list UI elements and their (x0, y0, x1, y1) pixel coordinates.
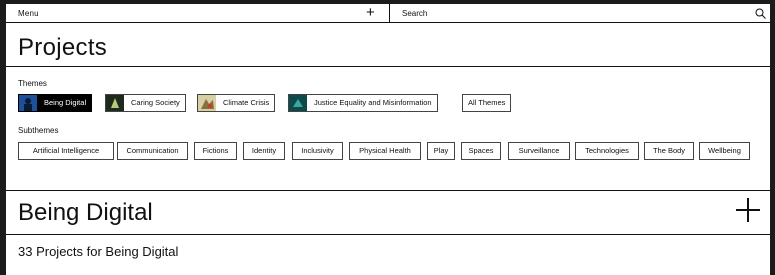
menu-label: Menu (18, 9, 39, 18)
search-label: Search (402, 9, 428, 18)
subtheme-chip-artificial-intelligence[interactable]: Artificial Intelligence (18, 142, 114, 160)
subtheme-chip-communication[interactable]: Communication (117, 142, 188, 160)
subtheme-chip-wellbeing[interactable]: Wellbeing (699, 142, 750, 160)
subtheme-chip-spaces[interactable]: Spaces (461, 142, 501, 160)
subtheme-chip-identity[interactable]: Identity (243, 142, 285, 160)
subthemes-label: Subthemes (18, 126, 59, 135)
page-title: Projects (18, 34, 108, 61)
plus-icon[interactable]: + (366, 5, 375, 20)
project-count: 33 Projects for Being Digital (18, 244, 179, 259)
theme-chip-justice-equality[interactable]: Justice Equality and Misinformation (288, 94, 438, 112)
top-bar: Menu + Search (6, 4, 770, 23)
theme-chip-climate-crisis[interactable]: Climate Crisis (197, 94, 276, 112)
search-field[interactable]: Search (390, 4, 770, 23)
theme-chip-label: All Themes (468, 98, 506, 107)
divider (6, 234, 770, 235)
climate-crisis-thumbnail (198, 95, 216, 111)
theme-chip-label: Climate Crisis (223, 98, 270, 107)
divider (6, 66, 770, 67)
subtheme-chip-technologies[interactable]: Technologies (575, 142, 639, 160)
section-title: Being Digital (18, 199, 153, 226)
theme-chip-label: Being Digital (44, 98, 87, 107)
theme-chip-label: Caring Society (131, 98, 180, 107)
being-digital-thumbnail (19, 95, 37, 111)
subtheme-chip-inclusivity[interactable]: Inclusivity (292, 142, 343, 160)
caring-society-thumbnail (106, 95, 124, 111)
divider (6, 190, 770, 191)
theme-chip-being-digital[interactable]: Being Digital (18, 94, 93, 112)
theme-chip-label: Justice Equality and Misinformation (314, 98, 432, 107)
search-icon[interactable] (755, 8, 766, 19)
themes-label: Themes (18, 79, 47, 88)
subtheme-chip-surveillance[interactable]: Surveillance (508, 142, 570, 160)
subtheme-chip-the-body[interactable]: The Body (644, 142, 694, 160)
menu-button[interactable]: Menu + (6, 4, 390, 23)
subtheme-chip-physical-health[interactable]: Physical Health (349, 142, 421, 160)
theme-chip-caring-society[interactable]: Caring Society (105, 94, 186, 112)
justice-equality-thumbnail (289, 95, 307, 111)
expand-plus-icon[interactable] (734, 196, 762, 224)
theme-chip-all-themes[interactable]: All Themes (462, 94, 512, 112)
subtheme-chip-fictions[interactable]: Fictions (194, 142, 237, 160)
page-frame: Menu + Search Projects Themes Being Digi… (6, 4, 770, 275)
subtheme-chip-play[interactable]: Play (427, 142, 455, 160)
